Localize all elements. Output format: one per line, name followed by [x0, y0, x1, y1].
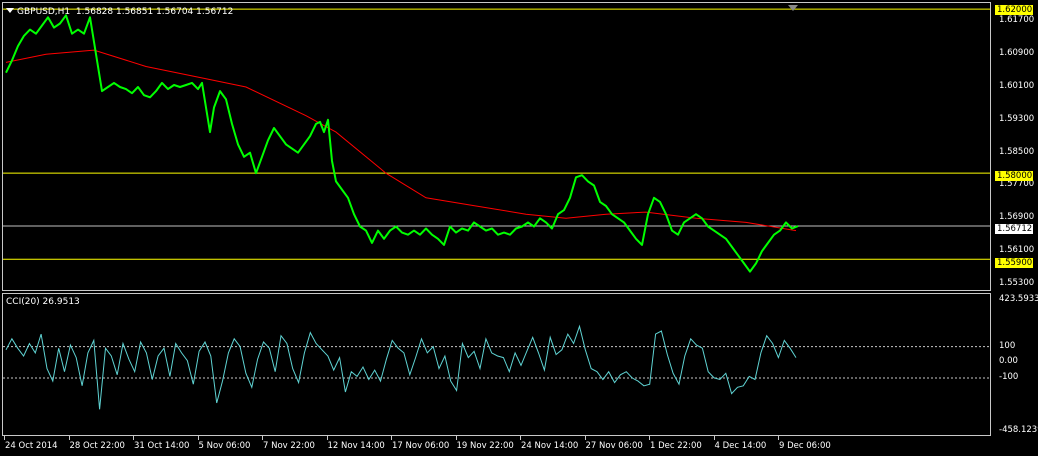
price-axis-tick: 1.56100: [999, 245, 1035, 256]
time-axis-tick-mark: [520, 436, 521, 440]
time-axis-tick-mark: [778, 436, 779, 440]
current-price-badge: 1.56712: [995, 224, 1033, 234]
indicator-axis-minus100: -100: [999, 372, 1019, 382]
time-axis-tick-mark: [455, 436, 457, 440]
time-axis-tick-mark: [391, 436, 392, 440]
price-axis-tick: 1.59300: [999, 113, 1035, 124]
time-axis-tick-mark: [197, 436, 199, 440]
level-badge-lower: 1.55900: [995, 258, 1033, 268]
time-axis-label: 12 Nov 14:00: [327, 441, 385, 451]
price-line: [5, 14, 799, 273]
price-axis-tick: 1.60100: [999, 81, 1035, 92]
time-axis-label: 24 Nov 14:00: [521, 441, 579, 451]
chart-shift-marker-icon[interactable]: [788, 5, 798, 11]
dropdown-triangle-icon[interactable]: [6, 8, 14, 13]
time-axis-tick-mark: [584, 436, 586, 440]
chart-canvas: [3, 8, 990, 410]
time-axis-label: 9 Dec 06:00: [779, 441, 831, 451]
time-axis-label: 7 Nov 22:00: [263, 441, 315, 451]
time-axis-label: 27 Nov 06:00: [585, 441, 643, 451]
indicator-axis-min: -458.1239: [999, 425, 1038, 435]
time-axis-label: 24 Oct 2014: [5, 441, 58, 451]
price-axis-tick: 1.60900: [999, 48, 1035, 59]
time-axis-tick-mark: [68, 436, 70, 440]
price-axis-tick: 1.55300: [999, 277, 1035, 288]
indicator-axis-max: 423.5933: [999, 294, 1038, 304]
symbol-info: GBPUSD,H1 1.56828 1.56851 1.56704 1.5671…: [6, 7, 233, 17]
level-badge-upper: 1.58000: [995, 171, 1033, 181]
indicator-axis-plus100: 100: [999, 341, 1016, 351]
time-axis-label: 1 Dec 22:00: [650, 441, 702, 451]
time-axis-tick-mark: [4, 436, 5, 440]
level-badge-top: 1.62000: [995, 5, 1033, 15]
price-axis-tick: 1.56900: [999, 212, 1035, 223]
time-axis-tick-mark: [713, 436, 715, 440]
symbol-prices: 1.56828 1.56851 1.56704 1.56712: [75, 7, 234, 17]
time-axis-label: 17 Nov 06:00: [392, 441, 450, 451]
trading-chart-window[interactable]: GBPUSD,H1 1.56828 1.56851 1.56704 1.5671…: [0, 0, 1038, 456]
time-axis-label: 28 Oct 22:00: [69, 441, 125, 451]
time-axis-label: 19 Nov 22:00: [456, 441, 514, 451]
time-axis-label: 31 Oct 14:00: [134, 441, 190, 451]
time-axis-label: 4 Dec 14:00: [714, 441, 767, 451]
price-axis-tick: 1.61700: [999, 15, 1035, 26]
time-axis-tick-mark: [326, 436, 328, 440]
moving-average-line: [5, 49, 797, 232]
time-axis-tick-mark: [262, 436, 263, 440]
time-axis-label: 5 Nov 06:00: [198, 441, 251, 451]
price-axis-tick: 1.58500: [999, 146, 1035, 157]
time-axis-tick-mark: [649, 436, 650, 440]
symbol-name: GBPUSD,H1: [17, 7, 71, 17]
cci-line: [5, 324, 797, 410]
indicator-axis-zero: 0.00: [999, 356, 1018, 366]
time-axis-tick-mark: [133, 436, 134, 440]
indicator-label: CCI(20) 26.9513: [6, 297, 80, 307]
